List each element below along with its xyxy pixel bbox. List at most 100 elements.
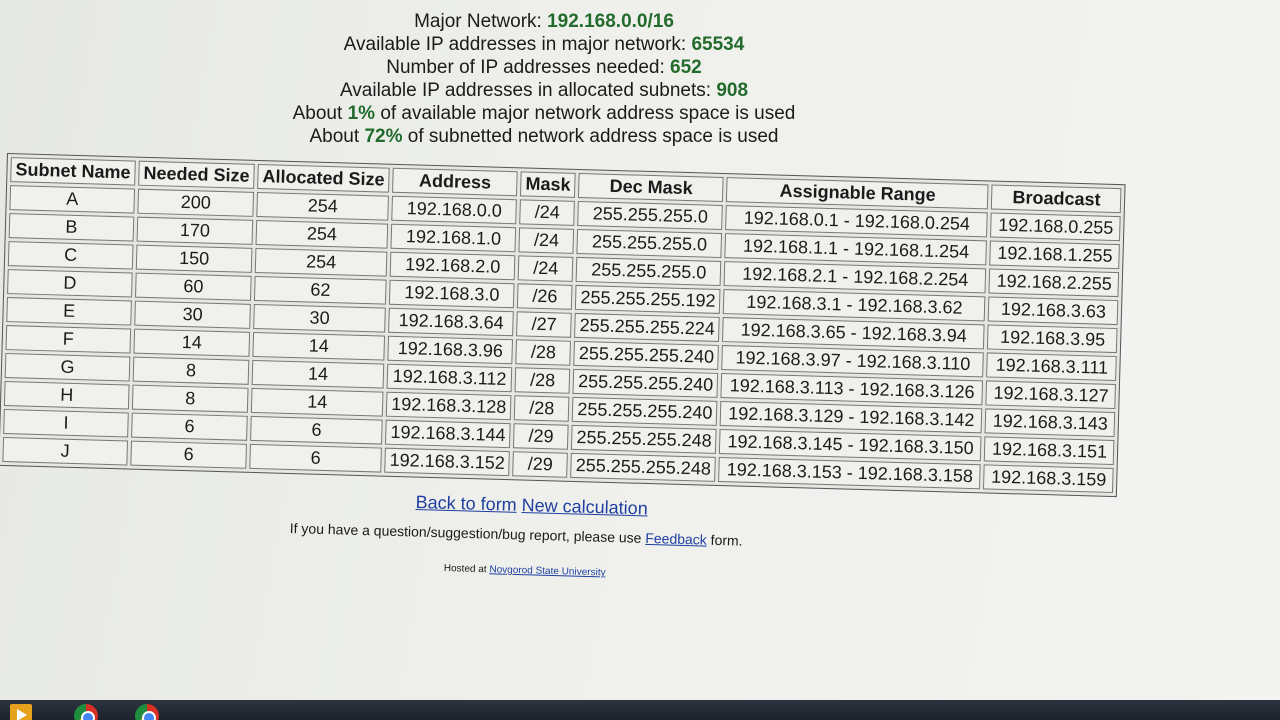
header-mask: Mask <box>520 171 576 198</box>
cell-mask: /29 <box>512 451 569 478</box>
major-used-suffix: of available major network address space… <box>380 103 796 124</box>
cell-address: 192.168.0.0 <box>391 195 518 225</box>
cell-address: 192.168.1.0 <box>390 223 517 253</box>
cell-dec-mask: 255.255.255.0 <box>575 256 722 286</box>
allocated-label: Available IP addresses in allocated subn… <box>339 80 712 101</box>
cell-allocated-size: 30 <box>253 303 386 333</box>
cell-dec-mask: 255.255.255.240 <box>571 396 718 426</box>
cell-subnet-name: C <box>7 241 134 270</box>
cell-address: 192.168.3.96 <box>387 335 514 365</box>
major-network-label: Major Network: <box>414 11 542 32</box>
subnet-used-line: About 72% of subnetted network address s… <box>0 125 1088 148</box>
cell-address: 192.168.3.152 <box>384 447 511 477</box>
cell-dec-mask: 255.255.255.248 <box>570 452 717 482</box>
nav-links: Back to form New calculation <box>415 492 648 519</box>
cell-mask: /24 <box>518 227 575 254</box>
cell-needed-size: 60 <box>135 272 252 301</box>
header-subnet-name: Subnet Name <box>10 157 136 186</box>
cell-assignable-range: 192.168.0.1 - 192.168.0.254 <box>725 205 989 238</box>
needed-label: Number of IP addresses needed: <box>386 57 665 78</box>
cell-broadcast: 192.168.3.151 <box>984 436 1115 466</box>
cell-subnet-name: J <box>2 437 129 466</box>
cell-needed-size: 6 <box>130 440 248 469</box>
cell-dec-mask: 255.255.255.240 <box>572 368 719 398</box>
cell-dec-mask: 255.255.255.192 <box>575 284 721 314</box>
header-allocated-size: Allocated Size <box>257 164 390 193</box>
feedback-note: If you have a question/suggestion/bug re… <box>290 520 743 549</box>
cell-assignable-range: 192.168.3.97 - 192.168.3.110 <box>721 345 985 378</box>
cell-address: 192.168.3.128 <box>385 391 512 421</box>
header-dec-mask: Dec Mask <box>578 172 725 203</box>
cell-needed-size: 30 <box>134 300 251 329</box>
cell-mask: /27 <box>516 311 573 338</box>
header-needed-size: Needed Size <box>138 160 255 189</box>
cell-dec-mask: 255.255.255.0 <box>577 200 724 231</box>
taskbar <box>0 700 1280 720</box>
cell-address: 192.168.3.64 <box>388 307 515 337</box>
hosted-note: Hosted at Novgorod State University <box>444 563 606 579</box>
cell-dec-mask: 255.255.255.248 <box>571 424 717 454</box>
subnet-table: Subnet Name Needed Size Allocated Size A… <box>0 153 1126 498</box>
cell-needed-size: 14 <box>133 328 251 357</box>
major-used-value: 1% <box>347 103 376 124</box>
cell-dec-mask: 255.255.255.240 <box>573 340 720 370</box>
subnet-used-prefix: About <box>309 126 360 147</box>
cell-assignable-range: 192.168.3.113 - 192.168.3.126 <box>720 373 984 406</box>
cell-broadcast: 192.168.3.111 <box>986 352 1118 382</box>
cell-subnet-name: D <box>7 269 133 298</box>
cell-mask: /24 <box>519 199 576 226</box>
available-major-label: Available IP addresses in major network: <box>343 34 687 55</box>
cell-broadcast: 192.168.3.159 <box>983 464 1115 494</box>
cell-mask: /28 <box>513 395 570 422</box>
cell-assignable-range: 192.168.3.145 - 192.168.3.150 <box>719 429 982 462</box>
cell-broadcast: 192.168.0.255 <box>990 212 1122 242</box>
cell-subnet-name: I <box>3 409 129 438</box>
table-body: A 200 254 192.168.0.0 /24 255.255.255.0 … <box>2 185 1122 494</box>
media-player-icon[interactable] <box>10 704 32 720</box>
cell-assignable-range: 192.168.2.1 - 192.168.2.254 <box>723 261 987 294</box>
major-network-value: 192.168.0.0/16 <box>547 11 674 32</box>
cell-allocated-size: 62 <box>254 275 387 305</box>
subnet-used-suffix: of subnetted network address space is us… <box>407 126 779 147</box>
cell-address: 192.168.3.112 <box>386 363 513 393</box>
hosted-prefix: Hosted at <box>443 563 487 576</box>
cell-needed-size: 8 <box>132 356 250 385</box>
cell-needed-size: 150 <box>135 244 253 273</box>
cell-subnet-name: F <box>5 325 132 354</box>
cell-mask: /28 <box>514 367 571 394</box>
cell-allocated-size: 14 <box>250 387 384 417</box>
header-broadcast: Broadcast <box>991 184 1122 214</box>
major-used-line: About 1% of available major network addr… <box>0 102 1088 125</box>
cell-mask: /28 <box>515 339 572 366</box>
needed-value: 652 <box>670 57 702 78</box>
cell-allocated-size: 254 <box>254 247 388 277</box>
feedback-link[interactable]: Feedback <box>645 530 707 548</box>
cell-allocated-size: 254 <box>256 191 390 221</box>
cell-allocated-size: 254 <box>255 219 389 249</box>
cell-subnet-name: H <box>3 381 130 410</box>
header-address: Address <box>392 167 518 197</box>
cell-address: 192.168.3.144 <box>385 419 511 449</box>
available-major-value: 65534 <box>691 34 745 55</box>
cell-address: 192.168.2.0 <box>389 251 516 281</box>
feedback-prefix: If you have a question/suggestion/bug re… <box>289 520 642 546</box>
new-calculation-link[interactable]: New calculation <box>521 495 648 519</box>
cell-needed-size: 8 <box>131 384 249 413</box>
cell-needed-size: 6 <box>131 412 248 441</box>
cell-broadcast: 192.168.3.127 <box>985 380 1117 410</box>
cell-dec-mask: 255.255.255.224 <box>574 312 721 342</box>
cell-broadcast: 192.168.1.255 <box>989 240 1121 270</box>
cell-subnet-name: B <box>8 213 135 242</box>
major-network-line: Major Network: 192.168.0.0/16 <box>0 10 1088 33</box>
university-link[interactable]: Novgorod State University <box>489 564 605 578</box>
cell-allocated-size: 6 <box>249 443 383 473</box>
cell-subnet-name: A <box>9 185 136 214</box>
cell-mask: /26 <box>517 283 573 310</box>
allocated-value: 908 <box>716 80 749 101</box>
feedback-suffix: form. <box>710 531 743 549</box>
summary: Major Network: 192.168.0.0/16 Available … <box>0 10 1088 148</box>
allocated-line: Available IP addresses in allocated subn… <box>0 79 1088 102</box>
back-to-form-link[interactable]: Back to form <box>415 492 517 515</box>
cell-dec-mask: 255.255.255.0 <box>576 228 723 258</box>
cell-assignable-range: 192.168.3.1 - 192.168.3.62 <box>723 289 986 322</box>
